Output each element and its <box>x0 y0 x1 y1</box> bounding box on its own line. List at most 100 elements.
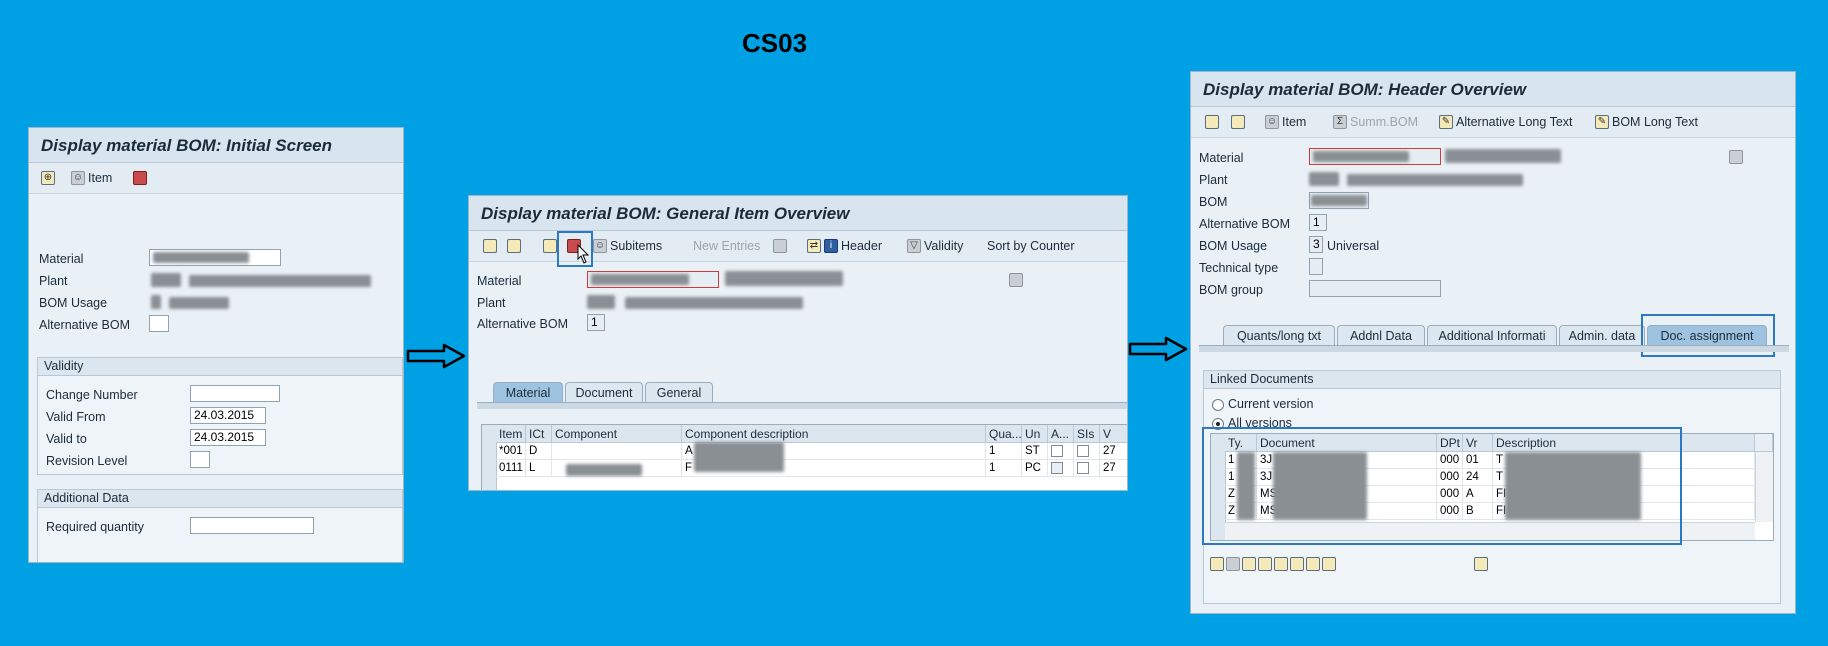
hierarchy-button[interactable]: ⊕ <box>41 169 55 187</box>
checkbox[interactable] <box>1051 444 1063 457</box>
cell-v[interactable]: 27 <box>1100 443 1127 460</box>
column-header-v[interactable]: V <box>1100 425 1127 443</box>
settings-icon[interactable] <box>1729 150 1743 164</box>
redacted-plant <box>587 295 615 309</box>
cell-quantity[interactable]: 1 <box>986 460 1022 477</box>
header-button[interactable]: ⇄ i Header <box>807 237 882 255</box>
redacted-bom-usage <box>151 295 161 309</box>
tab-document[interactable]: Document <box>565 382 643 403</box>
tab-addnl-data[interactable]: Addnl Data <box>1337 325 1425 346</box>
details-icon[interactable] <box>1242 557 1256 571</box>
cell-item[interactable]: *001 <box>496 443 526 460</box>
delete-button[interactable] <box>773 237 787 255</box>
summ-bom-button[interactable]: Σ Summ.BOM <box>1333 113 1418 131</box>
header-label: Header <box>841 239 882 253</box>
create-icon[interactable] <box>1210 557 1224 571</box>
cell-component[interactable] <box>552 443 682 460</box>
tab-material[interactable]: Material <box>493 382 563 403</box>
second-button[interactable] <box>507 237 521 255</box>
validity-button[interactable]: ▽ Validity <box>907 237 963 255</box>
initial-screen-window: Display material BOM: Initial Screen ⊕ ☺… <box>28 127 404 563</box>
alternative-long-text-button[interactable]: ✎ Alternative Long Text <box>1439 113 1573 131</box>
initial-screen-titlebar: Display material BOM: Initial Screen <box>29 128 403 163</box>
edit-icon[interactable] <box>1474 557 1488 571</box>
valid-to-input[interactable]: 24.03.2015 <box>190 429 266 446</box>
cell-unit[interactable]: PC <box>1022 460 1048 477</box>
print-icon[interactable] <box>1274 557 1288 571</box>
redacted-material-description <box>1445 149 1561 163</box>
material-label: Material <box>39 252 84 266</box>
change-number-input[interactable] <box>190 385 280 402</box>
valid-from-input[interactable]: 24.03.2015 <box>190 407 266 424</box>
subitems-button[interactable]: ☺ Subitems <box>593 237 662 255</box>
document-icon <box>507 239 521 253</box>
cell-a-checkbox[interactable] <box>1048 443 1074 460</box>
linked-documents-header: Linked Documents <box>1204 371 1780 389</box>
tab-quants-long-text[interactable]: Quants/long txt <box>1223 325 1335 346</box>
cell-quantity[interactable]: 1 <box>986 443 1022 460</box>
tab-strip-bar <box>1199 345 1789 352</box>
technical-type-field <box>1309 258 1323 275</box>
sort-by-counter-button[interactable]: Sort by Counter <box>987 237 1075 255</box>
tab-general[interactable]: General <box>645 382 713 403</box>
cell-sis-checkbox[interactable] <box>1074 443 1100 460</box>
cell-a-checkbox[interactable] <box>1048 460 1074 477</box>
item-button[interactable]: ☺ Item <box>1265 113 1306 131</box>
filter-icon: ▽ <box>907 239 921 253</box>
cell-v[interactable]: 27 <box>1100 460 1127 477</box>
checkbox[interactable] <box>1077 444 1089 457</box>
additional-data-section: Additional Data Required quantity <box>37 489 403 562</box>
redacted-description <box>694 442 784 472</box>
redacted-plant-name <box>625 297 803 309</box>
exchange-icon: ⇄ <box>807 239 821 253</box>
bom-long-text-button[interactable]: ✎ BOM Long Text <box>1595 113 1698 131</box>
cell-ict[interactable]: L <box>526 460 552 477</box>
first-button[interactable] <box>1205 113 1219 131</box>
second-button[interactable] <box>1231 113 1245 131</box>
item-label: Item <box>1282 115 1307 129</box>
tab-strip-bar <box>477 402 1127 409</box>
required-quantity-label: Required quantity <box>46 520 144 534</box>
alternative-bom-label: Alternative BOM <box>477 317 569 331</box>
required-quantity-input[interactable] <box>190 517 314 534</box>
export-icon[interactable] <box>1322 557 1336 571</box>
current-version-radio[interactable]: Current version <box>1212 397 1313 411</box>
column-header-component[interactable]: Component <box>552 425 682 443</box>
tab-admin-data[interactable]: Admin. data <box>1559 325 1645 346</box>
delete-icon[interactable] <box>1226 557 1240 571</box>
redacted-material <box>153 252 249 263</box>
settings-icon[interactable] <box>1009 273 1023 287</box>
bom-usage-label: BOM Usage <box>39 296 108 310</box>
find-icon[interactable] <box>1290 557 1304 571</box>
redacted-plant-name <box>1347 174 1523 186</box>
column-header-quantity[interactable]: Qua... <box>986 425 1022 443</box>
item-label: Item <box>88 171 113 185</box>
hierarchy-button[interactable] <box>543 237 557 255</box>
item-button[interactable]: ☺ Item <box>71 169 112 187</box>
sort-icon[interactable] <box>1306 557 1320 571</box>
column-header-sis[interactable]: SIs <box>1074 425 1100 443</box>
vertical-scrollbar[interactable] <box>1755 452 1773 522</box>
filter-icon[interactable] <box>1258 557 1272 571</box>
checkbox[interactable] <box>1077 461 1089 474</box>
column-header-a[interactable]: A... <box>1048 425 1074 443</box>
initial-screen-toolbar: ⊕ ☺ Item <box>29 163 403 194</box>
cell-ict[interactable]: D <box>526 443 552 460</box>
table-settings-icon[interactable] <box>1755 434 1773 452</box>
tab-additional-information[interactable]: Additional Informati <box>1427 325 1557 346</box>
cell-item[interactable]: 0111 <box>496 460 526 477</box>
alternative-bom-input[interactable] <box>149 315 169 332</box>
column-header-ict[interactable]: ICt <box>526 425 552 443</box>
cell-sis-checkbox[interactable] <box>1074 460 1100 477</box>
first-button[interactable] <box>483 237 497 255</box>
cell-unit[interactable]: ST <box>1022 443 1048 460</box>
material-label: Material <box>1199 151 1244 165</box>
new-entries-button[interactable]: New Entries <box>693 237 760 255</box>
column-header-item[interactable]: Item <box>496 425 526 443</box>
revision-level-input[interactable] <box>190 451 210 468</box>
print-button[interactable] <box>133 169 147 187</box>
revision-level-label: Revision Level <box>46 454 128 468</box>
column-header-unit[interactable]: Un <box>1022 425 1048 443</box>
checked-checkbox[interactable] <box>1051 461 1063 474</box>
column-header-component-description[interactable]: Component description <box>682 425 986 443</box>
